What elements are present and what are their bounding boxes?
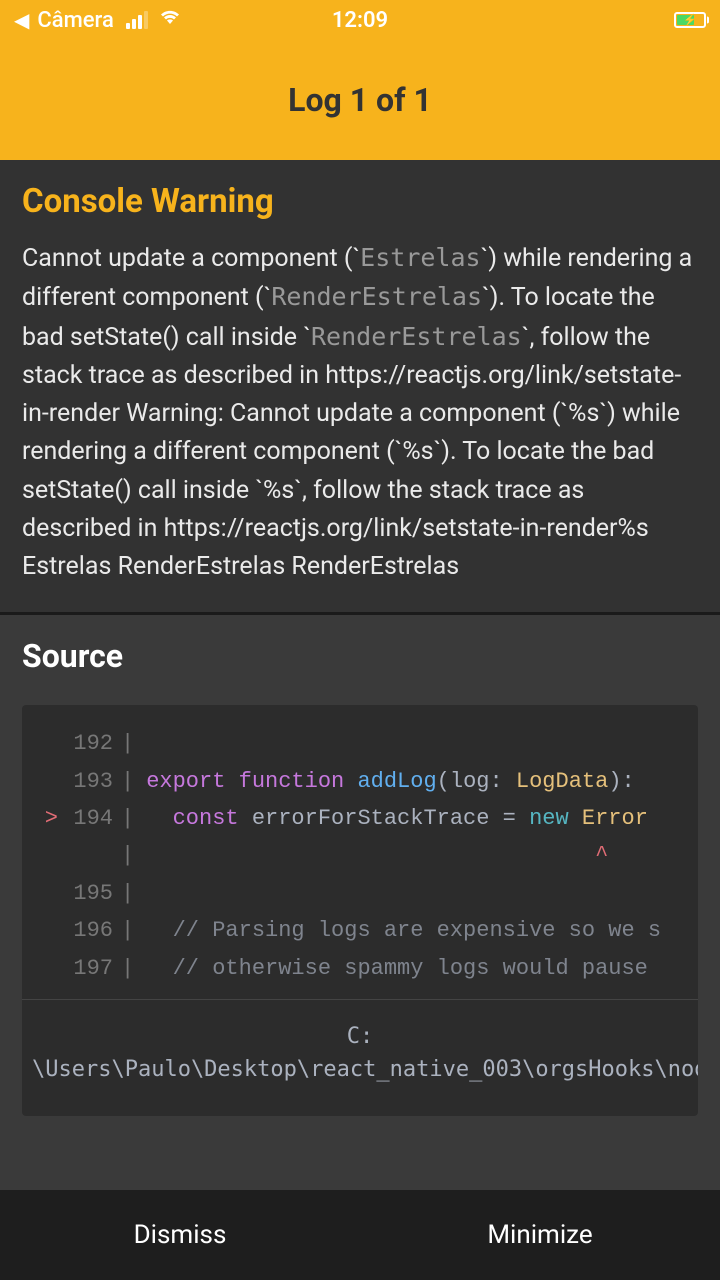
battery-icon: ⚡ <box>674 12 706 28</box>
code-line-highlighted: > 194 | const errorForStackTrace = new E… <box>22 800 698 837</box>
source-title: Source <box>22 637 698 675</box>
back-chevron-icon[interactable]: ◀ <box>14 10 29 30</box>
footer-bar: Dismiss Minimize <box>0 1190 720 1280</box>
warning-title: Console Warning <box>22 182 698 221</box>
code-line: 197 | // otherwise spammy logs would pau… <box>22 950 698 987</box>
log-title: Log 1 of 1 <box>288 81 432 119</box>
source-file-path: C: \Users\Paulo\Desktop\react_native_003… <box>22 999 698 1096</box>
source-section: Source 192 | 193 | export function addLo… <box>0 615 720 1190</box>
status-bar: ◀ Câmera 12:09 ⚡ <box>0 0 720 40</box>
component-ref: Estrelas <box>360 243 480 272</box>
wifi-icon <box>160 10 180 31</box>
code-block: 192 | 193 | export function addLog(log: … <box>22 705 698 1116</box>
cellular-signal-icon <box>126 11 148 29</box>
content-area: Console Warning Cannot update a componen… <box>0 160 720 1190</box>
code-line: 193 | export function addLog(log: LogDat… <box>22 763 698 800</box>
component-ref: RenderEstrelas <box>271 282 482 311</box>
warning-section: Console Warning Cannot update a componen… <box>0 160 720 615</box>
back-app-label[interactable]: Câmera <box>37 8 113 33</box>
status-right: ⚡ <box>674 12 706 28</box>
code-line: 195 | <box>22 875 698 912</box>
warning-message: Cannot update a component (`Estrelas`) w… <box>22 239 698 586</box>
dismiss-button[interactable]: Dismiss <box>0 1220 360 1250</box>
log-header: Log 1 of 1 <box>0 40 720 160</box>
status-left: ◀ Câmera <box>14 8 180 33</box>
code-line: 192 | <box>22 725 698 762</box>
code-line: | ^ <box>22 837 698 874</box>
minimize-button[interactable]: Minimize <box>360 1220 720 1250</box>
charging-bolt-icon: ⚡ <box>683 14 697 27</box>
component-ref: RenderEstrelas <box>311 322 522 351</box>
status-time: 12:09 <box>332 8 388 33</box>
code-line: 196 | // Parsing logs are expensive so w… <box>22 912 698 949</box>
